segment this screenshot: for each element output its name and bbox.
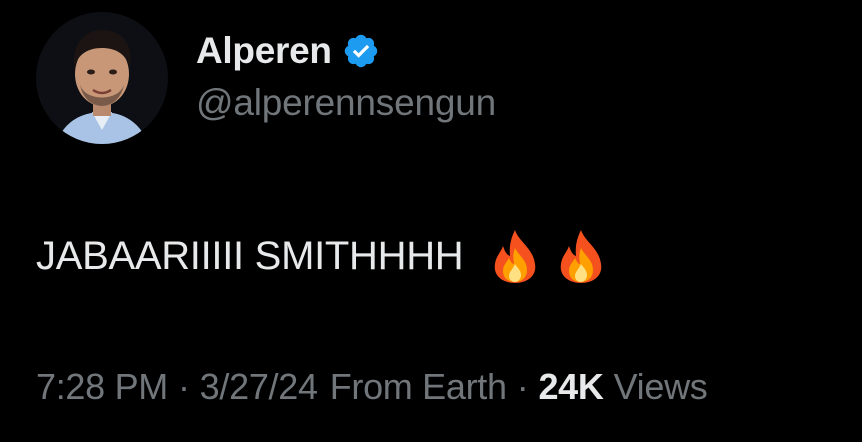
- tweet-meta: 7:28 PM · 3/27/24 From Earth · 24K Views: [36, 366, 708, 408]
- tweet-source: From Earth: [329, 366, 507, 407]
- views-label[interactable]: Views: [614, 366, 708, 408]
- author-handle[interactable]: @alperennsengun: [196, 82, 496, 124]
- tweet-text: JABAARIIIII SMITHHHH: [36, 233, 464, 278]
- author-name-row[interactable]: Alperen: [196, 28, 380, 74]
- tweet-body: JABAARIIIII SMITHHHH: [36, 226, 607, 286]
- tweet-date[interactable]: 3/27/24: [200, 366, 318, 408]
- fire-emoji-icon: [555, 228, 607, 284]
- meta-separator: ·: [516, 366, 529, 407]
- fire-emoji-icon: [489, 228, 541, 284]
- meta-separator: ·: [177, 366, 190, 407]
- avatar-photo: [36, 12, 168, 144]
- author-display-name[interactable]: Alperen: [196, 30, 332, 72]
- avatar[interactable]: [36, 12, 168, 144]
- views-count[interactable]: 24K: [538, 366, 603, 408]
- tweet-time[interactable]: 7:28 PM: [36, 366, 168, 408]
- verified-badge-icon[interactable]: [342, 32, 380, 70]
